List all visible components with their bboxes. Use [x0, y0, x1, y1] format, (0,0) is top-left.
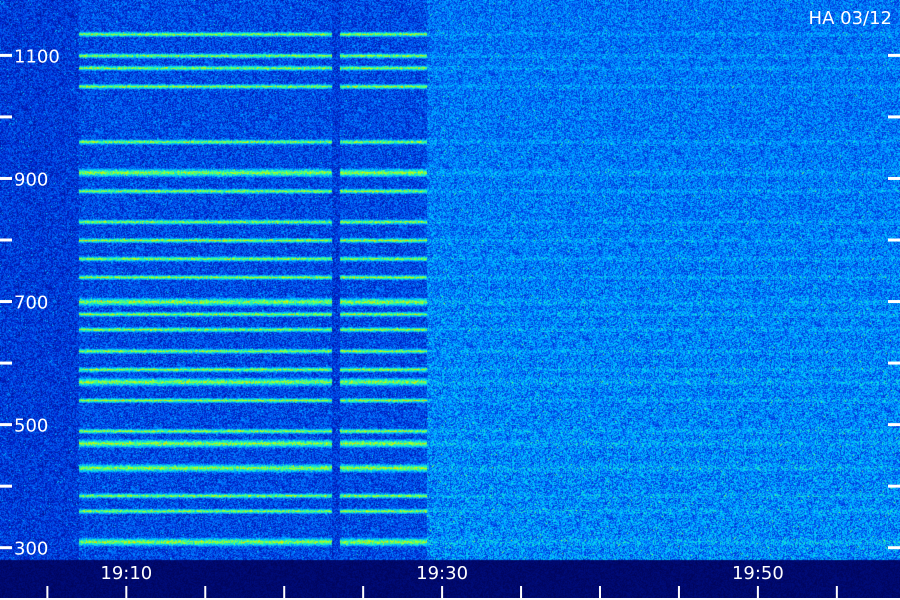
y-tick-label: 500 [14, 416, 48, 437]
y-tick-right [888, 238, 900, 242]
y-tick-right [888, 115, 900, 119]
y-tick-right [888, 361, 900, 365]
y-tick-left [0, 53, 12, 57]
y-tick-left [0, 176, 12, 180]
y-tick-right [888, 484, 900, 488]
y-tick-label: 1100 [14, 46, 60, 67]
x-tick [520, 586, 523, 600]
y-tick-label: 900 [14, 169, 48, 190]
x-tick [599, 586, 601, 600]
x-tick-label: 19:10 [100, 563, 152, 584]
x-tick [756, 586, 759, 600]
y-axis: 300 500 700 900 1100 [0, 46, 900, 560]
y-tick-right [888, 546, 900, 550]
x-tick [441, 586, 444, 600]
y-tick-left [0, 423, 12, 427]
y-tick-right [888, 423, 900, 427]
y-tick-right [888, 176, 900, 180]
x-tick [46, 586, 49, 600]
x-tick [362, 586, 365, 600]
x-tick [125, 586, 128, 600]
y-tick-left [0, 300, 12, 304]
y-tick-left [0, 115, 12, 119]
y-tick-left [0, 546, 12, 550]
x-tick [835, 586, 838, 600]
x-axis: 19:10 19:30 19:50 [0, 563, 900, 600]
x-tick [677, 586, 680, 600]
x-tick-label: 19:50 [732, 563, 784, 584]
x-tick [204, 586, 207, 600]
y-tick-label: 700 [14, 293, 48, 314]
y-tick-label: 300 [14, 539, 48, 560]
y-tick-left [0, 484, 12, 488]
y-tick-right [888, 53, 900, 57]
chart-title: HA 03/12 [809, 8, 892, 29]
chart-overlay: 300 500 700 900 1100 19:10 19:30 19:50 HA 03/1… [0, 8, 900, 600]
y-tick-left [0, 361, 12, 365]
y-tick-left [0, 238, 12, 242]
y-tick-right [888, 300, 900, 304]
x-tick-label: 19:30 [416, 563, 468, 584]
x-tick [283, 586, 286, 600]
